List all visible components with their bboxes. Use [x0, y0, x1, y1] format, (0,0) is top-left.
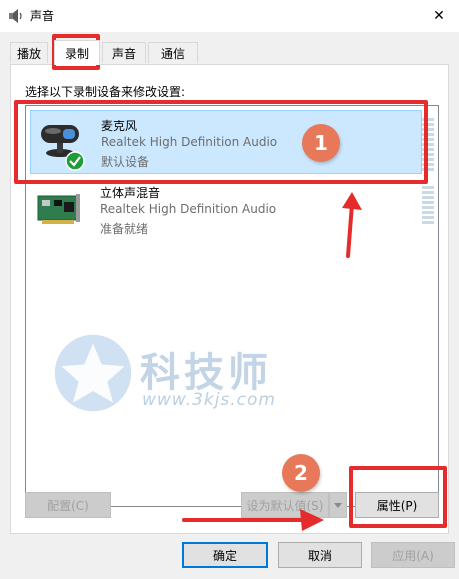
close-icon: ✕: [433, 8, 445, 24]
cancel-button[interactable]: 取消: [278, 542, 362, 568]
properties-button[interactable]: 属性(P): [355, 492, 439, 518]
sound-card-icon: [37, 194, 80, 224]
device-description: Realtek High Definition Audio: [101, 135, 278, 149]
device-description: Realtek High Definition Audio: [100, 202, 277, 216]
level-meter: [422, 118, 434, 173]
chevron-down-icon: [334, 502, 342, 508]
window-title: 声音: [30, 9, 55, 23]
set-default-dropdown[interactable]: [329, 492, 347, 518]
step-badge-1: 1: [302, 124, 340, 162]
sound-dialog: 声音 ✕ 播放 录制 声音 通信 选择以下录制设备来修改设置: 麦克风 Real…: [0, 0, 459, 579]
arrow-up-icon: [342, 192, 362, 258]
tab-communications[interactable]: 通信: [148, 42, 198, 63]
configure-button[interactable]: 配置(C): [25, 492, 111, 518]
speaker-icon: [9, 9, 22, 23]
tab-recording[interactable]: 录制: [54, 40, 100, 65]
recording-panel: 选择以下录制设备来修改设置: 麦克风 Realtek High Definiti…: [10, 64, 449, 534]
arrow-right-icon: [182, 509, 324, 531]
device-name: 麦克风: [101, 119, 138, 133]
level-meter: [422, 186, 434, 226]
close-button[interactable]: ✕: [419, 0, 459, 32]
device-status: 默认设备: [101, 155, 150, 169]
tab-sounds[interactable]: 声音: [102, 42, 146, 63]
device-list[interactable]: 麦克风 Realtek High Definition Audio 默认设备 立…: [25, 105, 439, 507]
device-name: 立体声混音: [100, 186, 161, 200]
title-bar: 声音 ✕: [0, 0, 459, 32]
tab-playback[interactable]: 播放: [10, 42, 48, 63]
ok-button[interactable]: 确定: [182, 542, 268, 568]
apply-button[interactable]: 应用(A): [371, 542, 455, 568]
step-badge-2: 2: [282, 454, 320, 492]
device-microphone[interactable]: 麦克风 Realtek High Definition Audio 默认设备: [30, 110, 422, 174]
instruction-text: 选择以下录制设备来修改设置:: [25, 85, 186, 99]
check-icon: [65, 151, 85, 171]
device-status: 准备就绪: [100, 222, 149, 236]
